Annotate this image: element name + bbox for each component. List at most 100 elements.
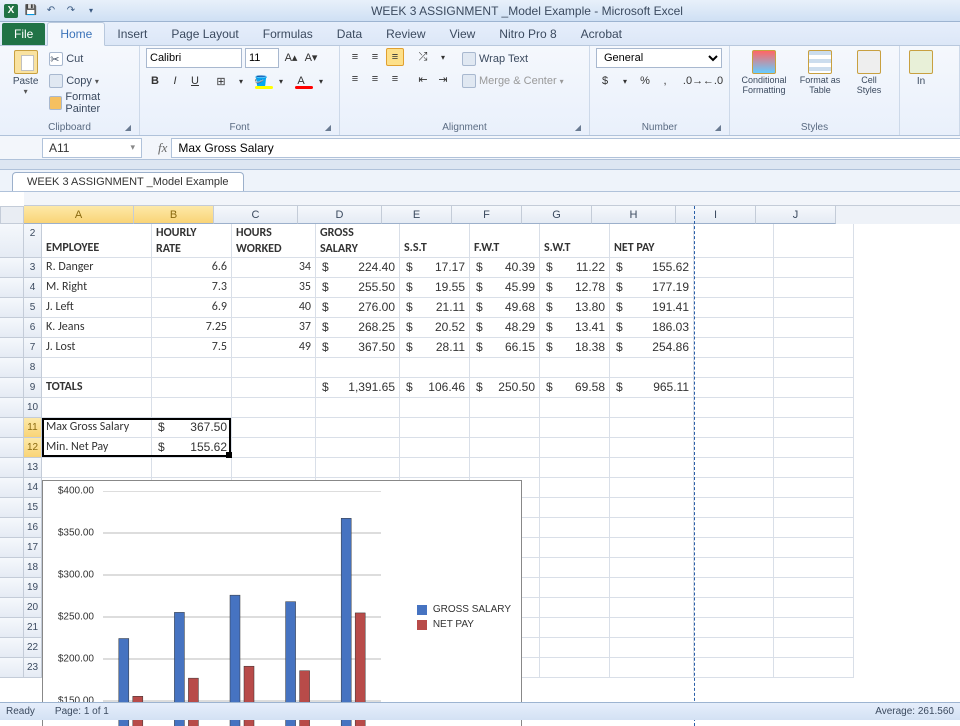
col-header-G[interactable]: G [522,206,592,224]
format-as-table-button[interactable]: Format as Table [796,48,844,96]
row-header-10[interactable]: 10 [24,398,42,418]
legend-item[interactable]: GROSS SALARY [417,604,511,615]
align-left-icon[interactable]: ≡ [346,70,364,88]
orientation-dropdown-icon[interactable]: ▾ [434,48,452,66]
row-header-21[interactable]: 21 [24,618,42,638]
select-all-corner[interactable] [0,206,24,224]
row-header-9[interactable]: 9 [24,378,42,398]
cell-max_val[interactable]: $367.50 [152,418,232,438]
cell-min_label[interactable]: Min. Net Pay [42,438,152,458]
underline-button[interactable]: U [186,72,204,90]
tab-home[interactable]: Home [47,22,105,46]
row-header-2[interactable]: 2 [24,224,42,258]
fill-dropdown-icon[interactable]: ▾ [272,72,290,90]
italic-button[interactable]: I [166,72,184,90]
row-headers[interactable]: 234567891011121314151617181920212223 [24,224,42,678]
row-header-15[interactable]: 15 [24,498,42,518]
wrap-text-button[interactable]: Wrap Text [462,48,564,70]
row-header-22[interactable]: 22 [24,638,42,658]
legend-item[interactable]: NET PAY [417,619,511,630]
decrease-font-icon[interactable]: A▾ [302,48,320,66]
header-gross-salary[interactable]: GROSSSALARY [316,224,400,258]
col-header-E[interactable]: E [382,206,452,224]
font-size-select[interactable] [245,48,279,68]
font-name-select[interactable] [146,48,242,68]
clipboard-launcher-icon[interactable]: ◢ [123,123,133,133]
border-dropdown-icon[interactable]: ▾ [232,72,250,90]
col-header-C[interactable]: C [214,206,298,224]
row-header-13[interactable]: 13 [24,458,42,478]
col-header-A[interactable]: A [24,206,134,224]
align-bottom-icon[interactable]: ≡ [386,48,404,66]
number-launcher-icon[interactable]: ◢ [713,123,723,133]
row-header-23[interactable]: 23 [24,658,42,678]
align-center-icon[interactable]: ≡ [366,70,384,88]
col-header-I[interactable]: I [676,206,756,224]
row-header-16[interactable]: 16 [24,518,42,538]
border-button[interactable]: ⊞ [212,72,230,90]
insert-button[interactable]: In [906,48,936,87]
align-middle-icon[interactable]: ≡ [366,48,384,66]
orientation-icon[interactable]: ⤮ [414,48,432,66]
cell-max_label[interactable]: Max Gross Salary [42,418,152,438]
col-header-F[interactable]: F [452,206,522,224]
header-employee[interactable]: EMPLOYEE [42,224,152,258]
row-header-7[interactable]: 7 [24,338,42,358]
align-right-icon[interactable]: ≡ [386,70,404,88]
cut-button[interactable]: ✂Cut [49,48,133,70]
decrease-decimal-icon[interactable]: ←.0 [704,72,722,90]
row-header-12[interactable]: 12 [24,438,42,458]
col-header-H[interactable]: H [592,206,676,224]
alignment-launcher-icon[interactable]: ◢ [573,123,583,133]
copy-button[interactable]: Copy▾ [49,70,133,92]
tab-review[interactable]: Review [374,23,437,45]
row-header-8[interactable]: 8 [24,358,42,378]
undo-icon[interactable]: ↶ [44,4,58,18]
header-s-s-t[interactable]: S.S.T [400,224,470,258]
workbook-tab[interactable]: WEEK 3 ASSIGNMENT _Model Example [12,172,244,191]
tab-page-layout[interactable]: Page Layout [159,23,250,45]
decrease-indent-icon[interactable]: ⇤ [414,70,432,88]
conditional-formatting-button[interactable]: Conditional Formatting [736,48,792,96]
tab-data[interactable]: Data [325,23,374,45]
bold-button[interactable]: B [146,72,164,90]
tab-file[interactable]: File [2,23,45,45]
cell-min_val[interactable]: $155.62 [152,438,232,458]
name-box[interactable]: A11▾ [42,138,142,158]
cell-styles-button[interactable]: Cell Styles [848,48,890,96]
font-launcher-icon[interactable]: ◢ [323,123,333,133]
merge-center-button[interactable]: Merge & Center▾ [462,70,564,92]
col-header-J[interactable]: J [756,206,836,224]
row-header-6[interactable]: 6 [24,318,42,338]
percent-format-icon[interactable]: % [636,72,654,90]
tab-view[interactable]: View [438,23,488,45]
header-net-pay[interactable]: NET PAY [610,224,694,258]
header-f-w-t[interactable]: F.W.T [470,224,540,258]
paste-button[interactable]: Paste ▾ [6,48,45,96]
col-header-D[interactable]: D [298,206,382,224]
format-painter-button[interactable]: Format Painter [49,92,133,114]
qat-dropdown-icon[interactable]: ▾ [84,4,98,18]
row-header-4[interactable]: 4 [24,278,42,298]
fx-icon[interactable]: fx [154,140,171,156]
header-s-w-t[interactable]: S.W.T [540,224,610,258]
embedded-chart[interactable]: $100.00$150.00$200.00$250.00$300.00$350.… [42,480,522,726]
fontcolor-dropdown-icon[interactable]: ▾ [312,72,330,90]
accounting-format-icon[interactable]: $ [596,72,614,90]
row-header-19[interactable]: 19 [24,578,42,598]
comma-format-icon[interactable]: , [656,72,674,90]
tab-acrobat[interactable]: Acrobat [569,23,634,45]
font-color-button[interactable]: A [292,72,310,90]
row-header-17[interactable]: 17 [24,538,42,558]
tab-nitro[interactable]: Nitro Pro 8 [487,23,568,45]
spreadsheet-grid[interactable]: ABCDEFGHIJ 23456789101112131415161718192… [0,192,960,726]
increase-font-icon[interactable]: A▴ [282,48,300,66]
column-headers[interactable]: ABCDEFGHIJ [24,206,960,224]
namebox-dropdown-icon[interactable]: ▾ [130,142,135,153]
row-header-11[interactable]: 11 [24,418,42,438]
col-header-B[interactable]: B [134,206,214,224]
header-hours-worked[interactable]: HOURSWORKED [232,224,316,258]
redo-icon[interactable]: ↷ [64,4,78,18]
fill-color-button[interactable]: 🪣 [252,72,270,90]
formula-input[interactable] [171,138,960,158]
